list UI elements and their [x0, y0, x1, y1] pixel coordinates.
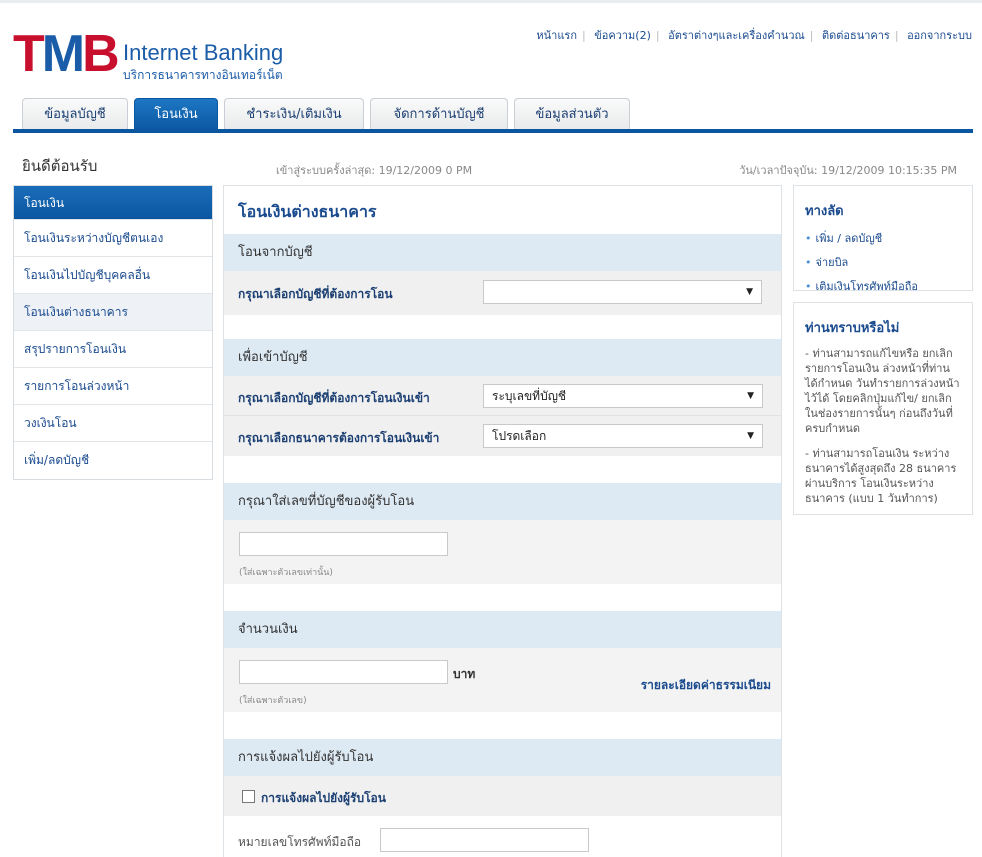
mobile-row: หมายเลขโทรศัพท์มือถือ — [224, 816, 781, 857]
mobile-number-input[interactable] — [380, 828, 589, 852]
from-account-select[interactable]: ▼ — [483, 280, 762, 304]
section-amount: จำนวนเงิน — [224, 611, 781, 648]
fee-details-link[interactable]: รายละเอียดค่าธรรมเนียม — [641, 676, 771, 695]
separator: | — [582, 29, 586, 42]
menu-item-interbank-transfer[interactable]: โอนเงินต่างธนาคาร — [14, 294, 212, 331]
amount-row: บาท (ใส่เฉพาะตัวเลข) รายละเอียดค่าธรรมเน… — [224, 648, 781, 712]
from-account-label: กรุณาเลือกบัญชีที่ต้องการโอน — [238, 287, 393, 301]
tab-account-management[interactable]: จัดการด้านบัญชี — [370, 98, 508, 131]
tab-payment[interactable]: ชำระเงิน/เติมเงิน — [224, 98, 364, 131]
to-bank-select[interactable]: โปรดเลือก ▼ — [483, 424, 763, 448]
separator: | — [894, 29, 899, 42]
top-links: หน้าแรก | ข้อความ(2) | อัตราต่างๆและเครื่อ… — [536, 26, 972, 44]
menu-item-add-remove-account[interactable]: เพิ่ม/ลดบัญชี — [14, 442, 212, 479]
link-contact[interactable]: ติดต่อธนาคาร — [822, 29, 890, 42]
shortcuts-box: ทางลัด • เพิ่ม / ลดบัญชี • จ่ายบิล • เติมเง… — [793, 185, 973, 293]
section-from-account: โอนจากบัญชี — [224, 234, 781, 271]
section-to-account: เพื่อเข้าบัญชี — [224, 339, 781, 376]
shortcuts-title: ทางลัด — [805, 204, 844, 219]
did-you-know-text-2: - ท่านสามารถโอนเงิน ระหว่างธนาคารได้สูงส… — [805, 447, 957, 505]
did-you-know-title: ท่านทราบหรือไม่ — [805, 321, 900, 336]
dropdown-arrow-icon: ▼ — [747, 431, 754, 441]
tab-bar-line — [13, 129, 973, 133]
to-bank-label: กรุณาเลือกธนาคารต้องการโอนเงินเข้า — [238, 431, 440, 445]
transfer-form-panel: โอนเงินต่างธนาคาร โอนจากบัญชี กรุณาเลือก… — [223, 185, 782, 857]
top-border — [0, 0, 982, 3]
menu-item-scheduled-transfer[interactable]: รายการโอนล่วงหน้า — [14, 368, 212, 405]
from-account-row: กรุณาเลือกบัญชีที่ต้องการโอน ▼ — [224, 271, 781, 315]
to-account-value: ระบุเลขที่บัญชี — [492, 389, 567, 403]
bullet-icon: • — [805, 256, 812, 269]
tmb-logo[interactable]: TMB Internet Banking บริการธนาคารทางอินเ… — [13, 25, 283, 83]
amount-unit: บาท — [453, 667, 476, 681]
to-bank-value: โปรดเลือก — [492, 429, 547, 443]
amount-hint: (ใส่เฉพาะตัวเลข) — [239, 696, 307, 706]
link-logout[interactable]: ออกจากระบบ — [907, 29, 972, 42]
notify-row: การแจ้งผลไปยังผู้รับโอน — [224, 776, 781, 816]
amount-input[interactable] — [239, 660, 448, 684]
shortcut-pay-bill[interactable]: • จ่ายบิล — [805, 253, 972, 271]
page-title: โอนเงินต่างธนาคาร — [238, 202, 377, 221]
recipient-account-input[interactable] — [239, 532, 448, 556]
recipient-row: (ใส่เฉพาะตัวเลขเท่านั้น) — [224, 520, 781, 584]
menu-item-transfer-summary[interactable]: สรุปรายการโอนเงิน — [14, 331, 212, 368]
did-you-know-box: ท่านทราบหรือไม่ - ท่านสามารถแก้ไขหรือ ยก… — [793, 302, 973, 515]
separator: | — [655, 29, 660, 42]
dropdown-arrow-icon: ▼ — [747, 391, 754, 401]
tab-personal-info[interactable]: ข้อมูลส่วนตัว — [514, 98, 630, 131]
tab-transfer[interactable]: โอนเงิน — [134, 98, 218, 131]
did-you-know-text-1: - ท่านสามารถแก้ไขหรือ ยกเลิกรายการโอนเงิ… — [805, 347, 960, 435]
notify-checkbox-label[interactable]: การแจ้งผลไปยังผู้รับโอน — [261, 789, 386, 808]
section-notify: การแจ้งผลไปยังผู้รับโอน — [224, 739, 781, 776]
menu-item-own-transfer[interactable]: โอนเงินระหว่างบัญชีตนเอง — [14, 220, 212, 257]
to-account-label: กรุณาเลือกบัญชีที่ต้องการโอนเงินเข้า — [238, 391, 430, 405]
to-account-select[interactable]: ระบุเลขที่บัญชี ▼ — [483, 384, 763, 408]
tab-account-info[interactable]: ข้อมูลบัญชี — [22, 98, 128, 131]
recipient-hint: (ใส่เฉพาะตัวเลขเท่านั้น) — [239, 568, 333, 578]
bullet-icon: • — [805, 280, 812, 293]
welcome-text: ยินดีต้อนรับ — [22, 157, 98, 175]
shortcut-add-remove-account[interactable]: • เพิ่ม / ลดบัญชี — [805, 229, 972, 247]
separator: | — [809, 29, 814, 42]
left-menu-header[interactable]: โอนเงิน — [14, 186, 212, 220]
logo-mark: TMB — [13, 25, 120, 83]
link-rates[interactable]: อัตราต่างๆและเครื่องคำนวณ — [668, 29, 805, 42]
left-menu: โอนเงิน โอนเงินระหว่างบัญชีตนเอง โอนเงิน… — [13, 185, 213, 480]
logo-subtitle: บริการธนาคารทางอินเทอร์เน็ต — [123, 68, 283, 82]
to-account-row: กรุณาเลือกบัญชีที่ต้องการโอนเงินเข้า ระบ… — [224, 376, 781, 415]
menu-item-other-transfer[interactable]: โอนเงินไปบัญชีบุคคลอื่น — [14, 257, 212, 294]
current-time: วัน/เวลาปัจจุบัน: 19/12/2009 10:15:35 PM — [739, 164, 957, 177]
logo-product: Internet Banking — [123, 40, 284, 65]
mobile-label: หมายเลขโทรศัพท์มือถือ — [238, 835, 362, 849]
section-recipient-account: กรุณาใส่เลขที่บัญชีของผู้รับโอน — [224, 483, 781, 520]
dropdown-arrow-icon: ▼ — [746, 287, 753, 297]
shortcut-mobile-topup[interactable]: • เติมเงินโทรศัพท์มือถือ — [805, 277, 972, 295]
link-messages[interactable]: ข้อความ(2) — [594, 29, 651, 42]
to-bank-row: กรุณาเลือกธนาคารต้องการโอนเงินเข้า โปรดเ… — [224, 416, 781, 456]
last-login: เข้าสู่ระบบครั้งล่าสุด: 19/12/2009 0 PM — [276, 164, 473, 177]
menu-item-transfer-limit[interactable]: วงเงินโอน — [14, 405, 212, 442]
bullet-icon: • — [805, 232, 812, 245]
notify-checkbox[interactable] — [242, 790, 255, 803]
link-home[interactable]: หน้าแรก — [536, 29, 577, 42]
